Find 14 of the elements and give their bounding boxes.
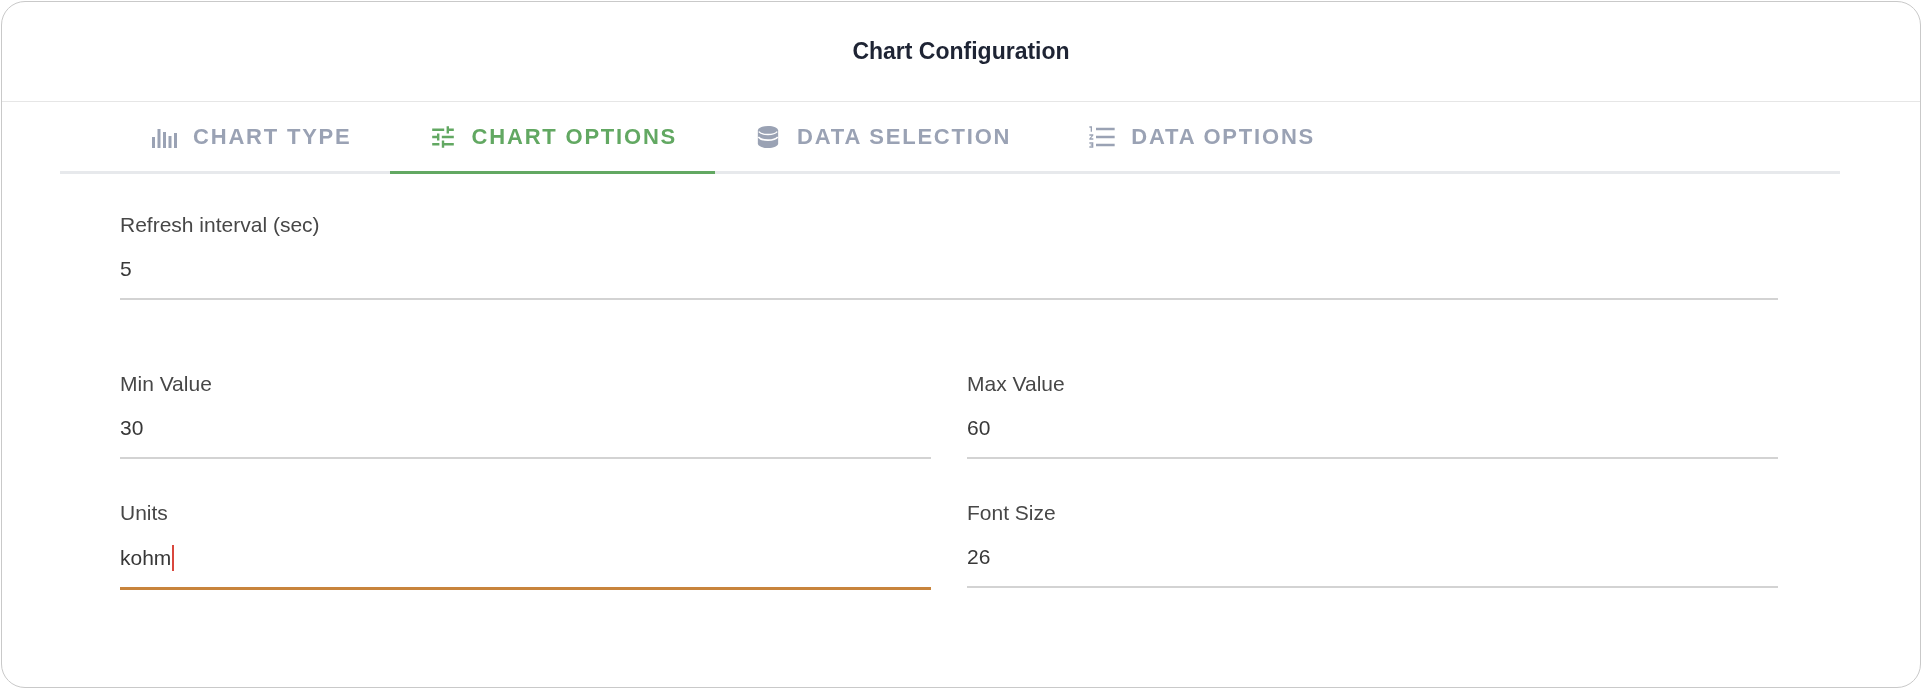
field-label: Max Value xyxy=(967,372,1065,396)
numbered-list-icon xyxy=(1089,124,1116,149)
input-field[interactable]: 30 xyxy=(120,406,931,459)
input-field[interactable]: 60 xyxy=(967,406,1778,459)
field-label: Font Size xyxy=(967,501,1056,525)
field-label: Units xyxy=(120,501,168,525)
text-cursor xyxy=(172,545,175,571)
dialog-title: Chart Configuration xyxy=(852,37,1070,66)
field-label: Min Value xyxy=(120,372,212,396)
field-label: Refresh interval (sec) xyxy=(120,213,320,237)
input-field[interactable]: kohm xyxy=(120,535,931,590)
input-field[interactable]: 5 xyxy=(120,247,1778,300)
sliders-icon xyxy=(429,124,456,149)
input-field[interactable]: 26 xyxy=(967,535,1778,588)
